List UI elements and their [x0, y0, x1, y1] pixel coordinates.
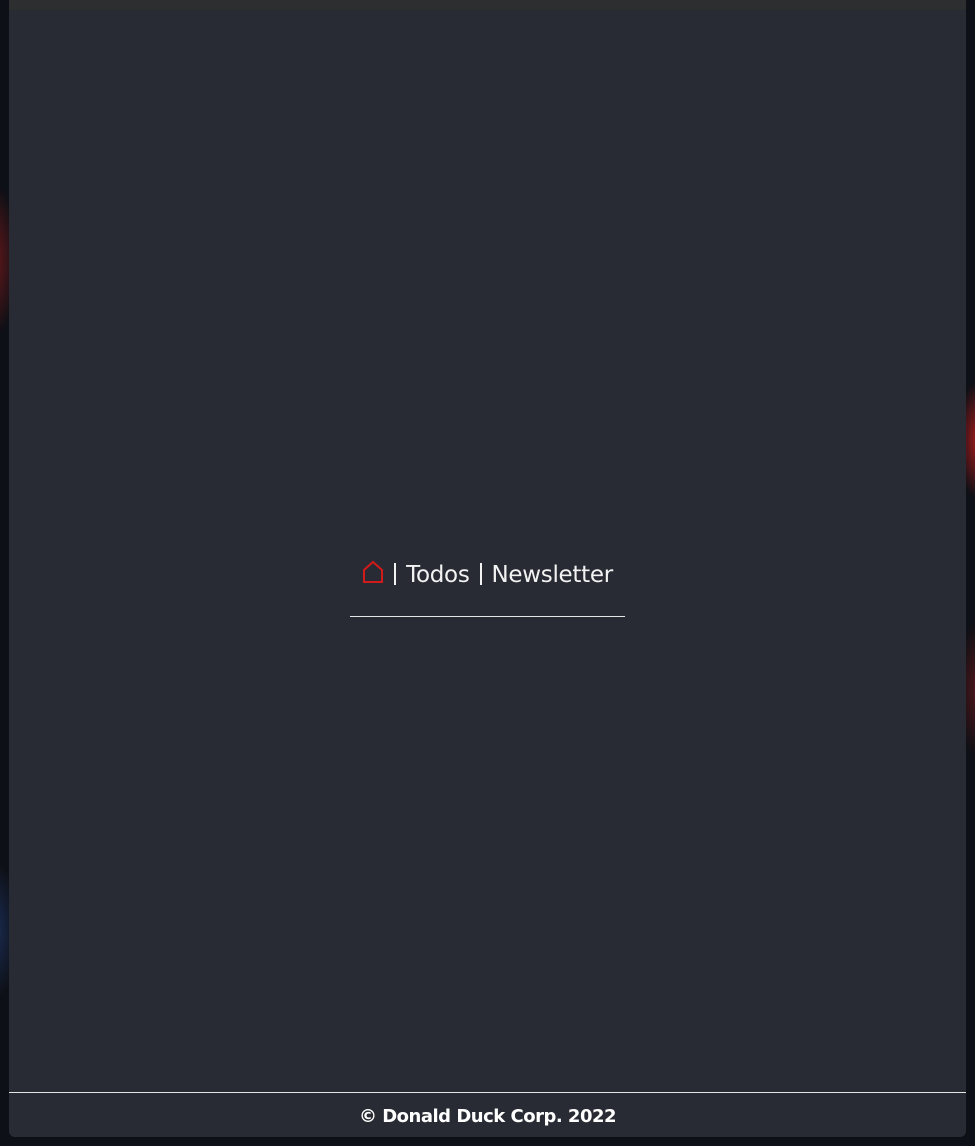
- nav-separator: [394, 563, 397, 585]
- home-link[interactable]: [362, 560, 384, 590]
- top-bar: [9, 0, 966, 10]
- main-nav: Todos Newsletter: [350, 555, 625, 617]
- home-icon: [362, 560, 384, 590]
- nav-separator: [479, 563, 482, 585]
- footer: © Donald Duck Corp. 2022: [9, 1092, 966, 1137]
- nav-links: Todos Newsletter: [362, 555, 613, 595]
- nav-item-todos[interactable]: Todos: [406, 562, 470, 588]
- main-panel: Todos Newsletter © Donald Duck Corp. 202…: [9, 0, 966, 1137]
- nav-item-newsletter[interactable]: Newsletter: [492, 562, 614, 588]
- copyright-text: © Donald Duck Corp. 2022: [358, 1105, 617, 1127]
